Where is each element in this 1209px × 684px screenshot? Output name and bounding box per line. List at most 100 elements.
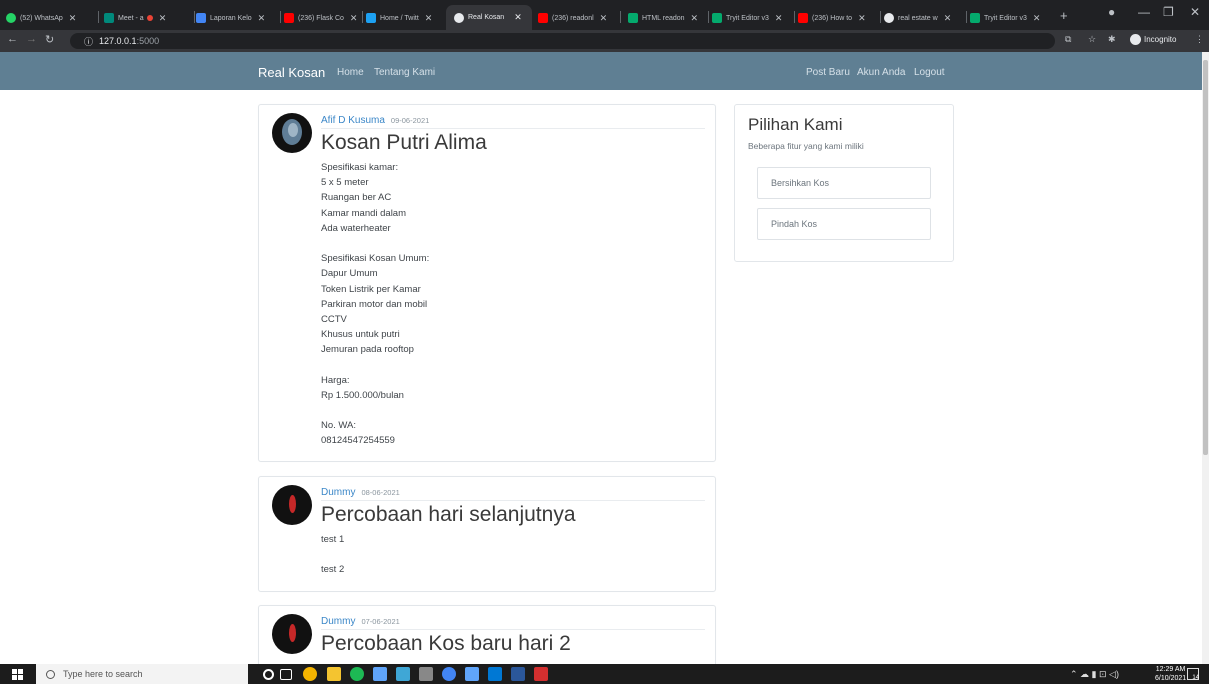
browser-tab[interactable]: (236) How to ✕ — [798, 7, 880, 29]
close-icon[interactable]: ✕ — [691, 13, 699, 24]
close-icon[interactable]: ✕ — [600, 13, 608, 24]
browser-tab[interactable]: (52) WhatsAp ✕ — [6, 7, 94, 29]
w3schools-icon — [628, 13, 638, 23]
chrome-icon[interactable] — [303, 667, 317, 681]
browser-tab[interactable]: real estate w ✕ — [884, 7, 966, 29]
system-tray[interactable]: ⌃ ☁ ▮ ⊡ ◁) — [1070, 669, 1119, 680]
nav-tentang-kami[interactable]: Tentang Kami — [374, 67, 435, 78]
app-icon[interactable] — [465, 667, 479, 681]
post-meta: Dummy 07-06-2021 — [321, 614, 705, 630]
post-meta: Afif D Kusuma 09-06-2021 — [321, 113, 705, 129]
browser-tab[interactable]: Home / Twitt ✕ — [366, 7, 444, 29]
post-author[interactable]: Afif D Kusuma — [321, 115, 385, 126]
taskbar-search-input[interactable]: Type here to search — [36, 664, 248, 684]
browser-tab[interactable]: Laporan Kelo ✕ — [196, 7, 284, 29]
info-icon[interactable]: ⓘ — [84, 35, 93, 48]
browser-toolbar: ← → ↻ ⓘ 127.0.0.1:5000 ⧉ ☆ ✱ Incognito ⋮ — [0, 30, 1209, 52]
close-icon[interactable]: ✕ — [258, 13, 266, 24]
close-icon[interactable]: ✕ — [425, 13, 433, 24]
browser-tab[interactable]: Tryit Editor v3 ✕ — [970, 7, 1052, 29]
browser-tab[interactable]: (236) Flask Co ✕ — [284, 7, 362, 29]
close-icon[interactable]: ✕ — [159, 13, 167, 24]
windows-taskbar: Type here to search ⌃ ☁ ▮ ⊡ ◁) 12:29 AM … — [0, 664, 1209, 684]
youtube-icon — [798, 13, 808, 23]
nav-post-baru[interactable]: Post Baru — [806, 67, 850, 78]
youtube-icon — [538, 13, 548, 23]
windows-start-icon[interactable] — [12, 669, 23, 680]
youtube-icon — [284, 13, 294, 23]
pindah-kos-button[interactable]: Pindah Kos — [757, 208, 931, 240]
word-icon[interactable] — [511, 667, 525, 681]
post-card: Dummy 08-06-2021 Percobaan hari selanjut… — [258, 476, 716, 592]
browser-tab[interactable]: Tryit Editor v3 ✕ — [712, 7, 794, 29]
avatar — [272, 614, 312, 654]
post-title[interactable]: Kosan Putri Alima — [321, 131, 487, 155]
sidebar-card: Pilihan Kami Beberapa fitur yang kami mi… — [734, 104, 954, 262]
nav-logout[interactable]: Logout — [914, 67, 945, 78]
close-icon[interactable]: ✕ — [350, 13, 358, 24]
close-icon[interactable]: ✕ — [1033, 13, 1041, 24]
incognito-indicator[interactable]: Incognito — [1130, 34, 1176, 45]
forward-button[interactable]: → — [26, 33, 37, 45]
close-icon[interactable]: ✕ — [69, 13, 77, 24]
task-view-icon[interactable] — [280, 669, 292, 680]
file-explorer-icon[interactable] — [327, 667, 341, 681]
w3schools-icon — [970, 13, 980, 23]
sidebar-title: Pilihan Kami — [748, 115, 843, 134]
extension-icon[interactable]: ● — [1108, 5, 1115, 19]
post-title[interactable]: Percobaan hari selanjutnya — [321, 503, 576, 527]
post-date: 08-06-2021 — [361, 488, 400, 497]
post-body: Spesifikasi kamar: 5 x 5 meter Ruangan b… — [321, 162, 430, 447]
window-close-button[interactable]: ✕ — [1190, 5, 1200, 19]
post-title[interactable]: Percobaan Kos baru hari 2 — [321, 632, 571, 656]
translate-icon[interactable]: ⧉ — [1065, 34, 1071, 45]
globe-icon — [454, 12, 464, 23]
w3schools-icon — [712, 13, 722, 23]
incognito-icon — [1130, 34, 1141, 45]
star-icon[interactable]: ☆ — [1088, 34, 1096, 45]
acrobat-icon[interactable] — [534, 667, 548, 681]
new-tab-button[interactable]: + — [1060, 8, 1068, 23]
app-icon[interactable] — [373, 667, 387, 681]
browser-tab[interactable]: (236) readonl ✕ — [538, 7, 616, 29]
close-icon[interactable]: ✕ — [944, 13, 952, 24]
taskbar-clock[interactable]: 12:29 AM 6/10/2021 — [1155, 665, 1186, 683]
extensions-puzzle-icon[interactable]: ✱ — [1108, 34, 1116, 45]
chrome-incognito-icon[interactable] — [442, 667, 456, 681]
reload-button[interactable]: ↻ — [45, 33, 54, 46]
browser-tab[interactable]: HTML readon ✕ — [628, 7, 706, 29]
spotify-icon[interactable] — [350, 667, 364, 681]
post-author[interactable]: Dummy — [321, 487, 355, 498]
steam-icon[interactable] — [396, 667, 410, 681]
maximize-button[interactable]: ❐ — [1163, 5, 1174, 19]
post-author[interactable]: Dummy — [321, 616, 355, 627]
epic-games-icon[interactable] — [419, 667, 433, 681]
recording-icon — [146, 15, 153, 21]
back-button[interactable]: ← — [7, 33, 18, 45]
close-icon[interactable]: ✕ — [775, 13, 783, 24]
browser-tab[interactable]: Meet - a ✕ — [104, 7, 192, 29]
search-icon — [46, 669, 55, 679]
browser-tab-strip: (52) WhatsAp ✕ Meet - a ✕ Laporan Kelo ✕ (2… — [0, 0, 1209, 30]
close-icon[interactable]: ✕ — [514, 12, 522, 23]
browser-tab-active[interactable]: Real Kosan ✕ — [446, 5, 532, 30]
google-icon — [884, 13, 894, 23]
cortana-icon[interactable] — [263, 669, 274, 680]
nav-akun-anda[interactable]: Akun Anda — [857, 67, 905, 78]
bersihkan-kos-button[interactable]: Bersihkan Kos — [757, 167, 931, 199]
close-icon[interactable]: ✕ — [858, 13, 866, 24]
post-card: Afif D Kusuma 09-06-2021 Kosan Putri Ali… — [258, 104, 716, 462]
scrollbar-thumb[interactable] — [1203, 60, 1208, 455]
post-date: 09-06-2021 — [390, 116, 430, 125]
menu-kebab-icon[interactable]: ⋮ — [1195, 34, 1204, 45]
nav-home[interactable]: Home — [337, 67, 364, 78]
avatar — [272, 113, 312, 153]
address-bar[interactable]: ⓘ 127.0.0.1:5000 — [70, 33, 1055, 49]
page-scrollbar[interactable] — [1202, 52, 1209, 664]
minimize-button[interactable]: — — [1138, 5, 1150, 19]
vscode-icon[interactable] — [488, 667, 502, 681]
avatar — [272, 485, 312, 525]
site-brand[interactable]: Real Kosan — [258, 65, 325, 80]
docs-icon — [196, 13, 206, 23]
notification-icon[interactable]: 14 — [1187, 668, 1199, 681]
